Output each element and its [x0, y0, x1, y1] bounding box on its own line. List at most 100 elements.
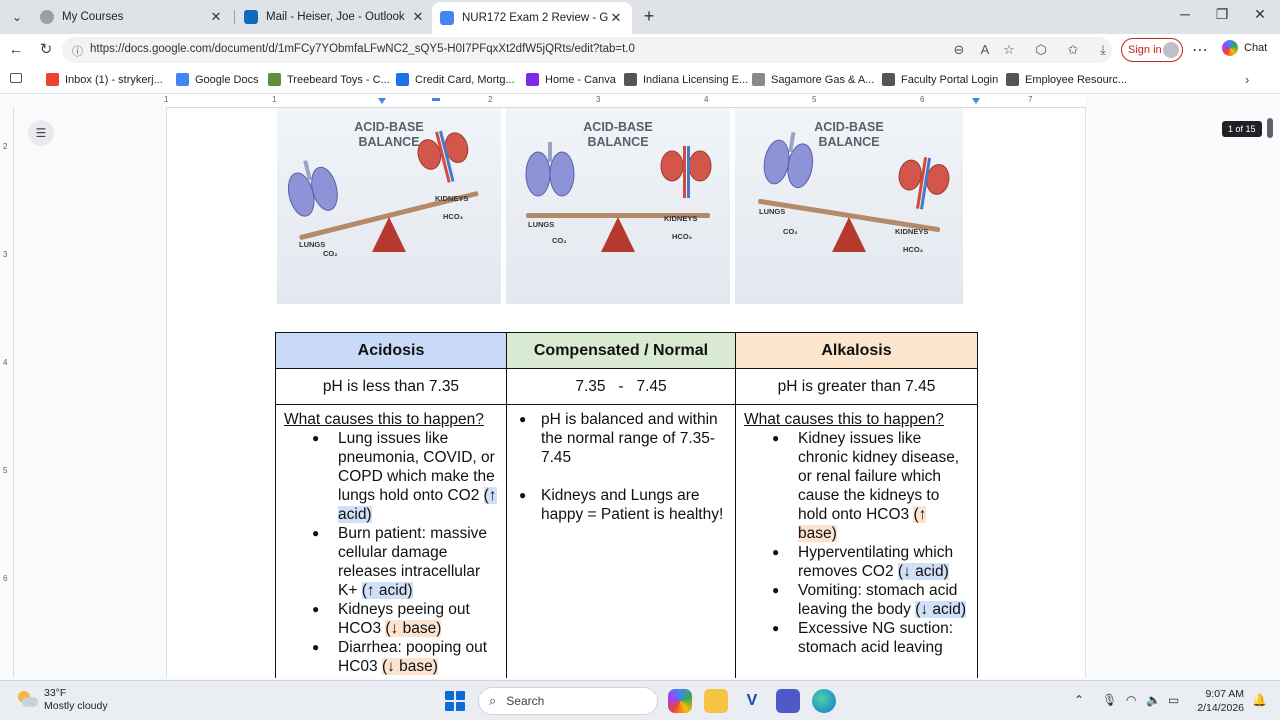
minimize-icon[interactable]: ─: [1170, 6, 1200, 26]
document-page[interactable]: ACID-BASE BALANCE LUNGS CO₂ KIDNEYS HCO₃ ACI…: [166, 108, 1086, 678]
new-tab-button[interactable]: +: [639, 7, 659, 27]
vpn-app-icon[interactable]: V: [740, 689, 764, 713]
microphone-icon[interactable]: 🎙: [1102, 693, 1117, 707]
bookmark-item[interactable]: Credit Card, Mortg...: [396, 73, 515, 86]
table-row-ph: pH is less than 7.35 7.35 - 7.45 pH is g…: [275, 368, 978, 405]
cell-acidosis-causes: What causes this to happen? Lung issues …: [275, 404, 507, 678]
docs-icon: [176, 73, 189, 86]
copilot-icon: [1222, 40, 1238, 56]
right-indent-marker[interactable]: [972, 98, 980, 104]
document-outline-icon[interactable]: ☰: [28, 120, 54, 146]
chevron-right-icon[interactable]: ›: [1245, 72, 1249, 87]
file-explorer-icon[interactable]: [704, 689, 728, 713]
bookmark-item[interactable]: Indiana Licensing E...: [624, 73, 748, 86]
back-arrow-icon[interactable]: ←: [6, 40, 26, 60]
header-normal: Compensated / Normal: [506, 332, 736, 369]
document-canvas[interactable]: 2 3 4 5 6 ☰ ACID-BASE BALANCE LUNGS CO₂ KID…: [0, 94, 1280, 678]
image-label: LUNGS: [759, 207, 786, 217]
refresh-icon[interactable]: ↻: [36, 40, 56, 60]
seesaw: [287, 130, 479, 240]
tab-search-chevron-icon[interactable]: ⌄: [6, 7, 28, 27]
bookmark-item[interactable]: Treebeard Toys - C...: [268, 73, 390, 86]
image-label: KIDNEYS: [435, 193, 469, 203]
bookmark-item[interactable]: Home - Canva: [526, 73, 616, 86]
trachea-icon: [548, 142, 552, 162]
list-item: Excessive NG suction: stomach acid leavi…: [744, 619, 969, 657]
apps-icon[interactable]: [10, 73, 22, 83]
copilot-chat-button[interactable]: Chat: [1222, 40, 1267, 56]
globe-icon: [1006, 73, 1019, 86]
site-info-icon[interactable]: ⓘ: [72, 43, 84, 58]
horizontal-ruler[interactable]: 1 1 2 3 4 5 6 7: [164, 94, 1086, 108]
gmail-icon: [46, 73, 59, 86]
system-clock[interactable]: 9:07 AM 2/14/2026: [1196, 687, 1244, 715]
list-item: Vomiting: stomach acid leaving the body …: [744, 581, 969, 619]
volume-icon[interactable]: 🔈: [1146, 693, 1161, 707]
url-text[interactable]: https://docs.google.com/document/d/1mFCy…: [90, 43, 635, 55]
favorite-star-icon[interactable]: ☆: [1000, 42, 1018, 60]
close-icon[interactable]: ✕: [208, 9, 224, 25]
scrollbar-thumb[interactable]: [1267, 118, 1273, 138]
acid-base-table[interactable]: Acidosis Compensated / Normal Alkalosis …: [275, 332, 978, 678]
sign-in-button[interactable]: Sign in: [1121, 38, 1183, 62]
bookmark-item[interactable]: Employee Resourc...: [1006, 73, 1127, 86]
wifi-icon[interactable]: ◠: [1126, 693, 1136, 707]
list-item: pH is balanced and within the normal ran…: [515, 410, 727, 467]
left-indent-marker[interactable]: [378, 98, 386, 104]
notification-bell-icon[interactable]: 🔔: [1252, 693, 1267, 707]
ph-alkalosis: pH is greater than 7.45: [735, 368, 978, 405]
weather-widget[interactable]: 33°F Mostly cloudy: [16, 687, 108, 713]
globe-icon: [882, 73, 895, 86]
first-line-indent-marker[interactable]: [432, 98, 440, 101]
ph-acidosis: pH is less than 7.35: [275, 368, 507, 405]
tab-google-doc[interactable]: NUR172 Exam 2 Review - Google D ✕: [432, 2, 632, 34]
bookmark-item[interactable]: Google Docs: [176, 73, 259, 86]
more-options-icon[interactable]: ⋯: [1192, 40, 1208, 60]
kidney-left-icon: [898, 159, 922, 191]
show-hidden-icons-chevron-icon[interactable]: ⌃: [1074, 693, 1084, 707]
tab-strip: ⌄ My Courses ✕ Mail - Heiser, Joe - Outl…: [0, 0, 1280, 34]
maximize-icon[interactable]: ❐: [1207, 6, 1237, 26]
lung-right-icon: [549, 151, 575, 197]
list-item: Kidneys peeing out HCO3 (↓ base): [284, 600, 498, 638]
bookmark-item[interactable]: Faculty Portal Login: [882, 73, 998, 86]
list-item: Lung issues like pneumonia, COVID, or CO…: [284, 429, 498, 524]
extensions-icon[interactable]: ⬡: [1032, 42, 1050, 60]
image-label: CO₂: [552, 236, 567, 245]
globe-icon: [40, 10, 54, 24]
close-window-icon[interactable]: ✕: [1245, 6, 1275, 26]
zoom-icon[interactable]: ⊖: [950, 42, 968, 60]
downloads-icon[interactable]: ⤓: [1094, 42, 1112, 60]
address-bar[interactable]: ⓘ https://docs.google.com/document/d/1mF…: [62, 37, 1112, 63]
battery-icon[interactable]: ▭: [1168, 693, 1179, 707]
windows-start-icon[interactable]: [445, 691, 465, 711]
edge-browser-icon[interactable]: [812, 689, 836, 713]
image-label: CO₂: [783, 227, 798, 237]
bank-icon: [396, 73, 409, 86]
kidney-right-icon: [688, 150, 712, 182]
browser-toolbar: ← ↻ ⓘ https://docs.google.com/document/d…: [0, 34, 1280, 66]
header-alkalosis: Alkalosis: [735, 332, 978, 369]
tab-my-courses[interactable]: My Courses ✕: [32, 4, 232, 30]
table-header-row: Acidosis Compensated / Normal Alkalosis: [275, 332, 978, 369]
favorites-icon[interactable]: ✩: [1064, 42, 1082, 60]
normal-list: pH is balanced and within the normal ran…: [515, 410, 727, 524]
cell-normal-notes: pH is balanced and within the normal ran…: [506, 404, 736, 678]
tab-outlook[interactable]: Mail - Heiser, Joe - Outlook ✕: [236, 4, 434, 30]
acid-base-image-normal: ACID-BASE BALANCE LUNGS CO₂ KIDNEYS HCO₃: [506, 108, 730, 304]
effect-tag: (↓ acid): [897, 563, 949, 580]
teams-icon[interactable]: [776, 689, 800, 713]
close-icon[interactable]: ✕: [608, 10, 624, 26]
read-aloud-icon[interactable]: A: [976, 42, 994, 60]
bookmark-item[interactable]: Sagamore Gas & A...: [752, 73, 874, 86]
effect-tag: (↑ acid): [361, 582, 413, 599]
acid-base-image-strip: ACID-BASE BALANCE LUNGS CO₂ KIDNEYS HCO₃ ACI…: [277, 108, 963, 304]
copilot-app-icon[interactable]: [668, 689, 692, 713]
ph-normal: 7.35 - 7.45: [506, 368, 736, 405]
effect-tag: (↓ base): [381, 658, 438, 675]
close-icon[interactable]: ✕: [410, 9, 426, 25]
bookmark-item[interactable]: Inbox (1) - strykerj...: [46, 73, 163, 86]
taskbar-search-box[interactable]: ⌕ Search: [478, 687, 658, 715]
lung-left-icon: [763, 139, 790, 185]
acidosis-cause-list: Lung issues like pneumonia, COVID, or CO…: [284, 429, 498, 676]
